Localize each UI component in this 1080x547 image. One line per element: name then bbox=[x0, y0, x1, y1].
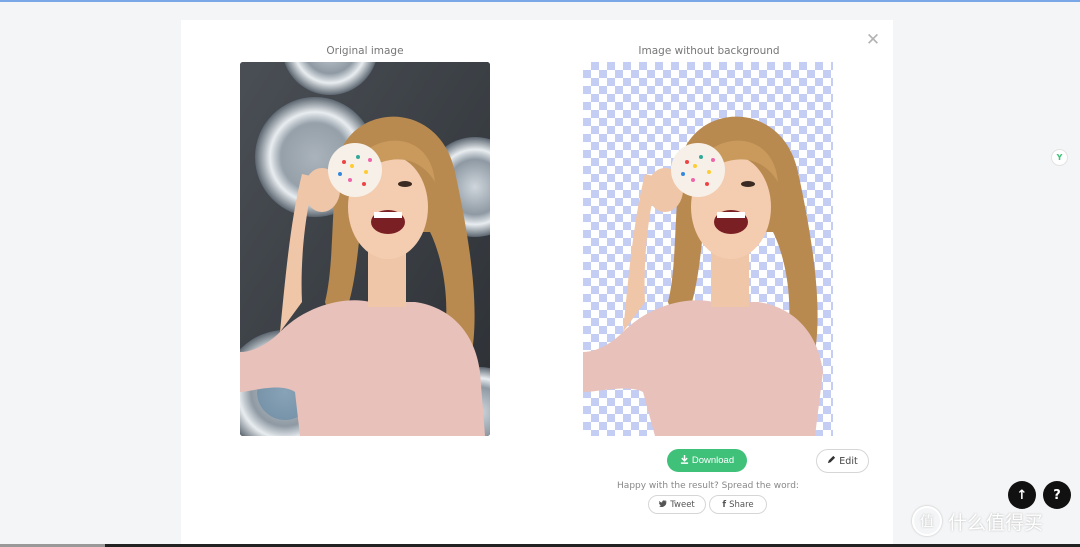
share-label: Share bbox=[729, 499, 754, 510]
scroll-up-button[interactable]: ↑ bbox=[1008, 481, 1036, 509]
tweet-button[interactable]: Tweet bbox=[648, 495, 706, 514]
twitter-icon bbox=[659, 499, 668, 510]
watermark-text: 什么值得买 bbox=[948, 511, 1044, 534]
close-icon[interactable]: ✕ bbox=[865, 32, 881, 49]
tweet-label: Tweet bbox=[670, 499, 695, 510]
share-button[interactable]: f Share bbox=[709, 495, 767, 514]
result-image-caption: Image without background bbox=[638, 45, 780, 57]
page-top-border bbox=[0, 0, 1080, 2]
original-image-caption: Original image bbox=[326, 45, 404, 57]
download-icon bbox=[680, 454, 689, 467]
result-image bbox=[583, 62, 833, 436]
arrow-up-icon: ↑ bbox=[1016, 487, 1028, 503]
download-button[interactable]: Download bbox=[667, 449, 747, 472]
edit-label: Edit bbox=[839, 455, 858, 467]
facebook-icon: f bbox=[722, 499, 727, 510]
pencil-icon bbox=[827, 455, 836, 467]
share-prompt-text: Happy with the result? Spread the word: bbox=[617, 481, 799, 491]
edit-button[interactable]: Edit bbox=[816, 449, 869, 473]
site-watermark: 值 什么值得买 bbox=[912, 506, 1043, 536]
original-image bbox=[240, 62, 490, 436]
help-button[interactable]: ? bbox=[1043, 481, 1071, 509]
extension-badge-icon[interactable]: Y bbox=[1051, 149, 1068, 166]
watermark-logo-icon: 值 bbox=[912, 506, 942, 536]
background-removal-modal: ✕ Original image Image without backgroun… bbox=[181, 20, 893, 547]
download-label: Download bbox=[691, 455, 735, 466]
question-icon: ? bbox=[1053, 487, 1061, 503]
